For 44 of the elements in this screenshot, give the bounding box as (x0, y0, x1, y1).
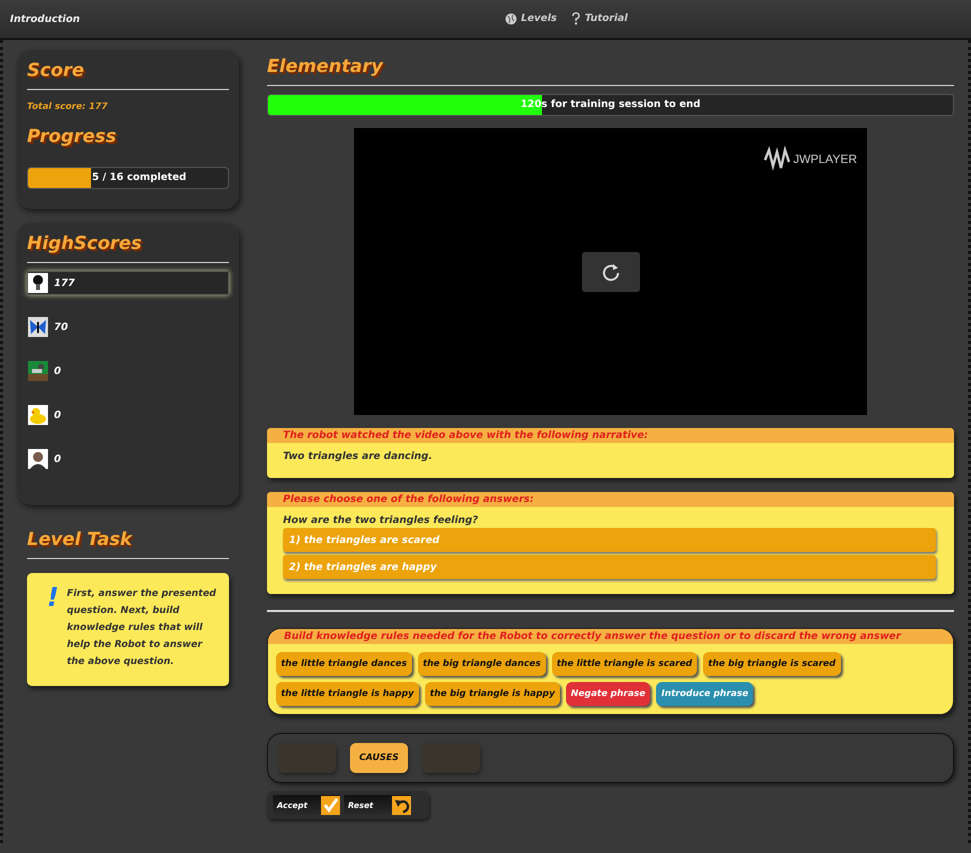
rule-slot[interactable]: CAUSES (350, 743, 408, 773)
question-text: How are the two triangles feeling? (282, 514, 480, 528)
phrase-chip[interactable]: Negate phrase (566, 682, 650, 706)
panel-heading: Please choose one of the following answers: (267, 492, 954, 507)
duck-icon (28, 405, 48, 425)
section-heading: HighScores (27, 233, 229, 263)
section-heading: Progress (27, 126, 118, 147)
task-text: First, answer the presented question. Next, build knowledge rules that will help the Robot to answer the above question. (66, 587, 218, 669)
app-title: Introduction (10, 14, 80, 24)
nav-link[interactable]: Levels (505, 12, 557, 25)
replay-icon (600, 262, 620, 282)
highscore-value: 70 (54, 322, 68, 332)
avatar-icon (28, 449, 48, 469)
phrase-chip[interactable]: the little triangle is happy (276, 682, 419, 706)
action-button[interactable]: Accept (273, 795, 340, 815)
butterfly-icon (28, 317, 48, 337)
question-icon (570, 12, 581, 25)
phrase-chip[interactable]: Introduce phrase (656, 682, 754, 706)
player-logo: JWPLAYER (763, 146, 857, 172)
undo-icon (394, 797, 410, 813)
nav-link[interactable]: Tutorial (570, 12, 628, 25)
phrase-chip[interactable]: the big triangle is scared (703, 652, 841, 676)
replay-button[interactable] (582, 252, 640, 292)
section-heading: Score (27, 60, 229, 90)
check-icon (322, 797, 338, 813)
highscore-value: 177 (54, 278, 75, 288)
phrase-chip[interactable]: the big triangle is happy (424, 682, 560, 706)
highscore-value: 0 (54, 410, 61, 420)
narrative-text: Two triangles are dancing. (282, 450, 434, 464)
total-score: Total score: 177 (27, 102, 109, 112)
phrase-chip[interactable]: the little triangle is scared (552, 652, 698, 676)
level-heading: Elementary (267, 56, 954, 86)
action-button[interactable]: Reset (344, 795, 411, 815)
phrase-chip[interactable]: the little triangle dances (276, 652, 412, 676)
exclamation-mark: ! (47, 585, 59, 611)
highscore-value: 0 (54, 454, 61, 464)
panel-heading: The robot watched the video above with the following narrative: (267, 428, 954, 443)
phrase-chip[interactable]: the big triangle dances (418, 652, 546, 676)
progress-label: 5 / 16 completed (91, 171, 188, 185)
panel-heading: Build knowledge rules needed for the Robot to correctly answer the question or to discard the wrong answer (268, 629, 953, 644)
slot-label: CAUSES (359, 753, 399, 763)
highscore-value: 0 (54, 366, 61, 376)
section-heading: Level Task (27, 529, 229, 559)
logo-icon (763, 146, 792, 172)
